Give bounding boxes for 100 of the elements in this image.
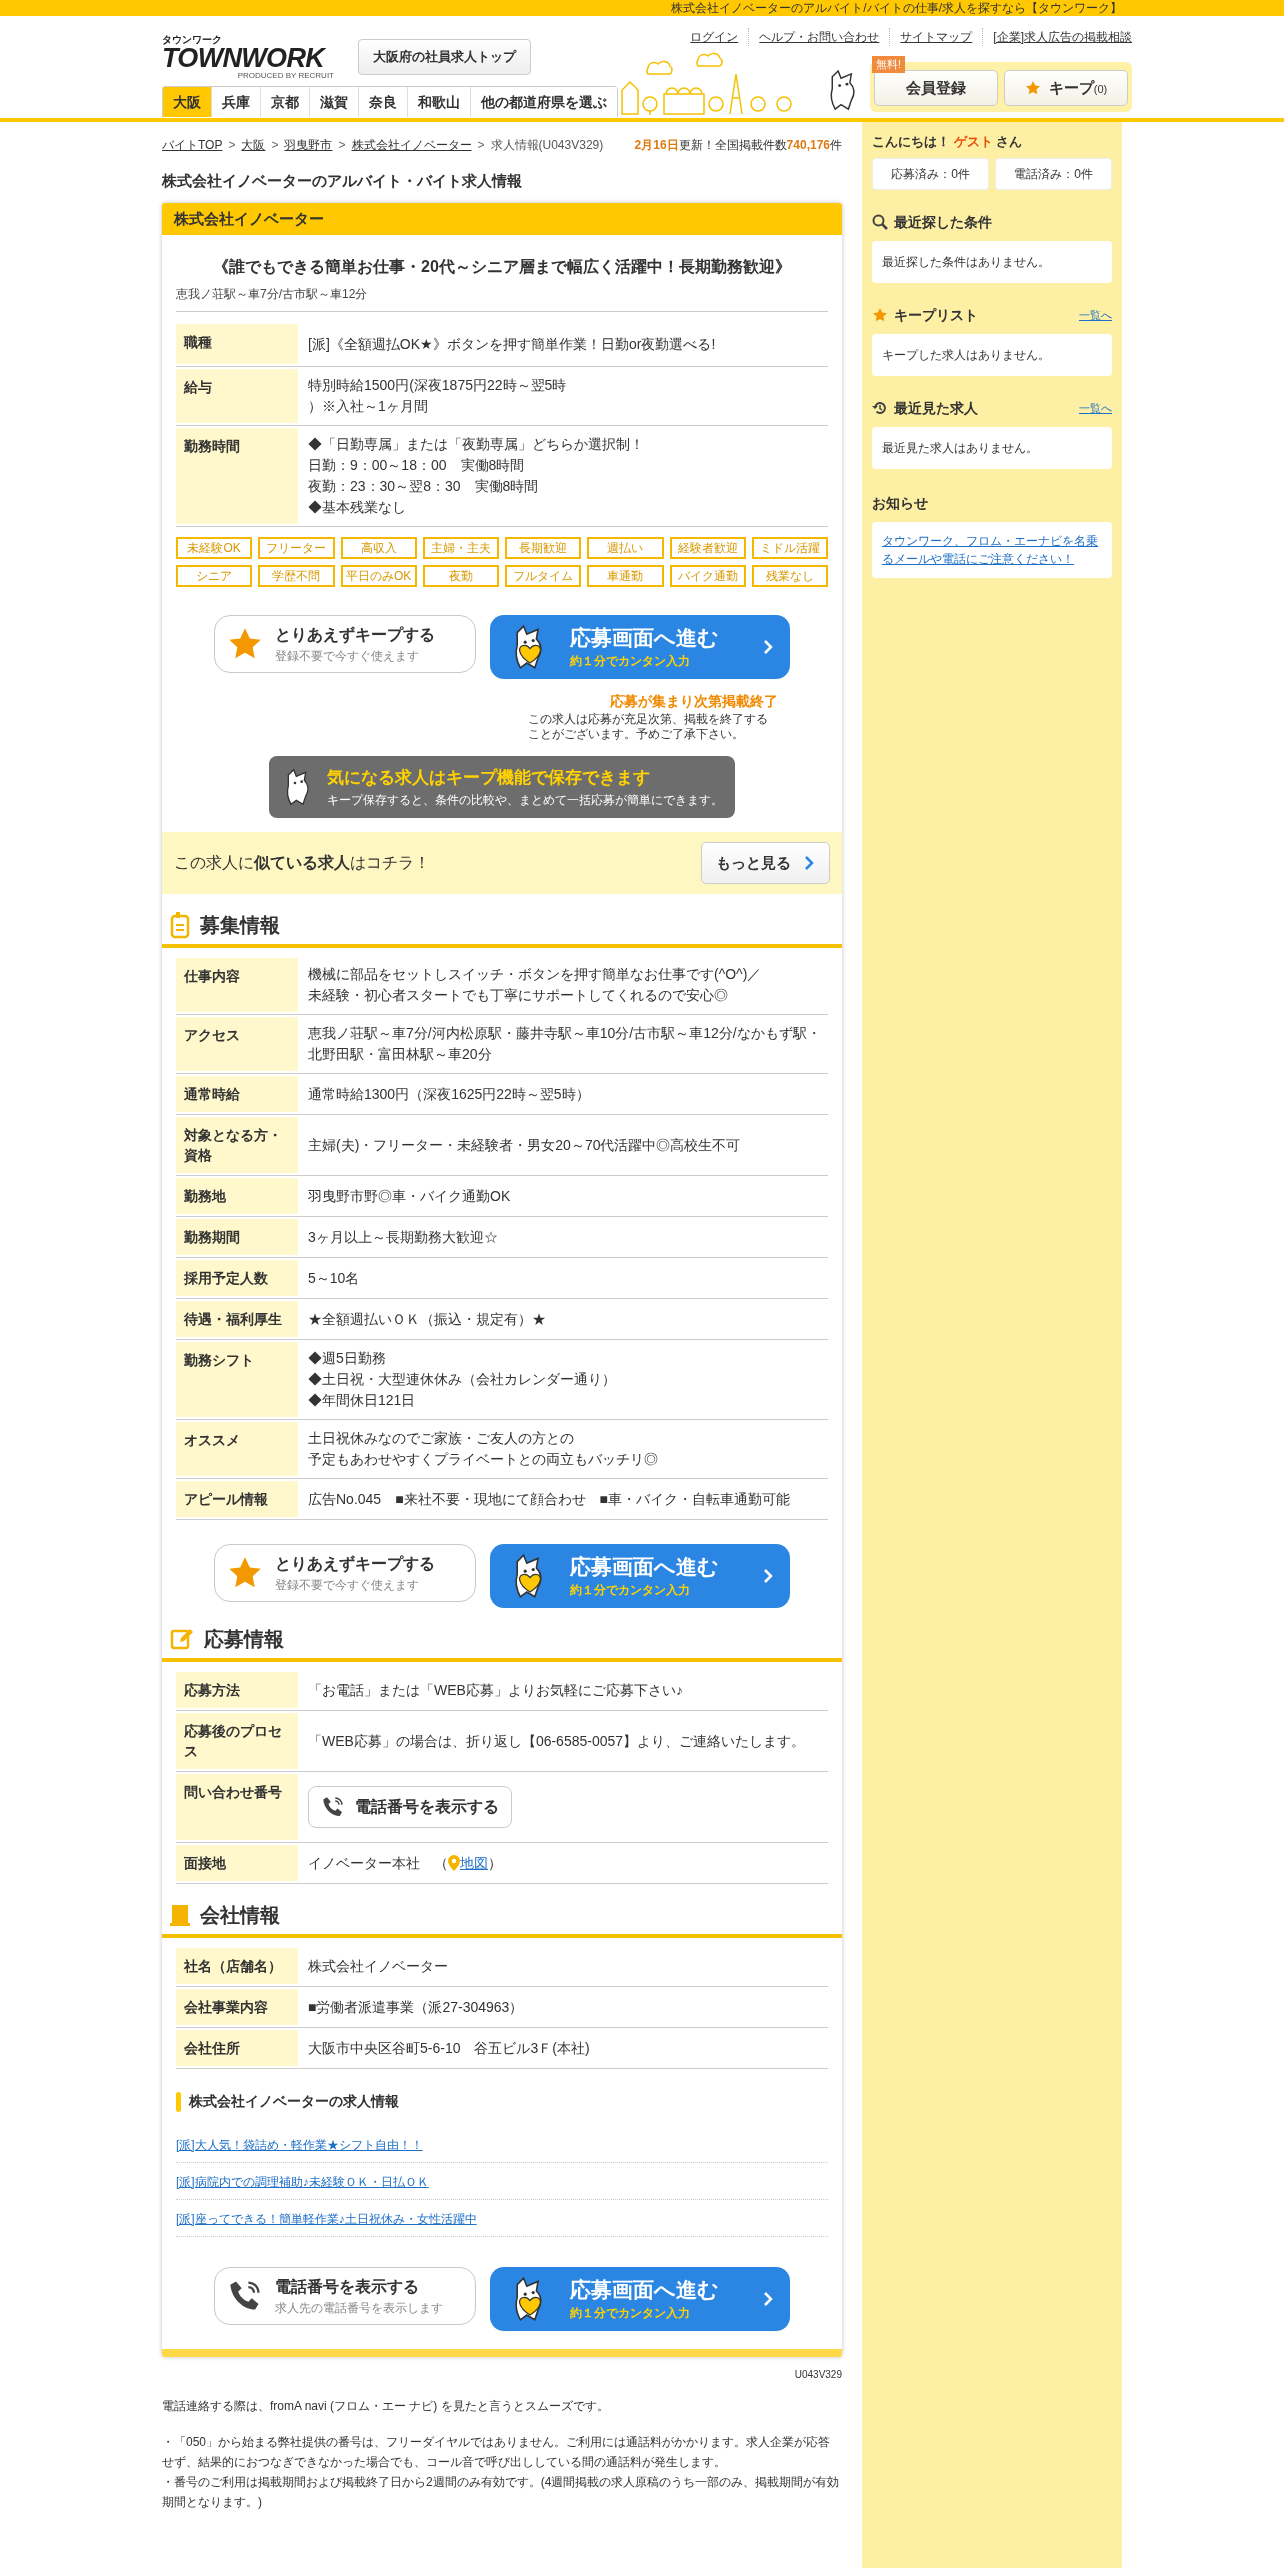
header-link[interactable]: [企業]求人広告の掲載相談 bbox=[983, 28, 1132, 46]
feature-tag: 未経験OK bbox=[176, 537, 253, 559]
similar-jobs-text: この求人に似ている求人はコチラ！ bbox=[174, 853, 430, 873]
job-link[interactable]: [派]大人気！袋詰め・軽作業★シフト自由！！ bbox=[176, 2138, 423, 2152]
free-badge: 無料! bbox=[872, 56, 906, 73]
row-value: 「WEB応募」の場合は、折り返し【06-6585-0057】より、ご連絡いたします。 bbox=[308, 1731, 806, 1751]
chevron-icon bbox=[762, 1568, 774, 1584]
row-value: ） bbox=[488, 1853, 502, 1873]
row-label: 対象となる方・資格 bbox=[176, 1117, 298, 1173]
feature-tag: 残業なし bbox=[751, 565, 828, 587]
region-tab[interactable]: 大阪 bbox=[163, 87, 212, 117]
row-label: 給与 bbox=[176, 369, 298, 423]
update-info: 2月16日更新！全国掲載件数740,176件 bbox=[634, 137, 842, 154]
row-value: ★全額週払いＯＫ（振込・規定有）★ bbox=[308, 1309, 546, 1329]
header-link[interactable]: サイトマップ bbox=[890, 28, 984, 46]
company-header: 株式会社イノベーター bbox=[162, 202, 842, 235]
feature-tag: 主婦・主夫 bbox=[422, 537, 499, 559]
banner-title: 気になる求人はキープ機能で保存できます bbox=[327, 767, 651, 790]
row-label: 応募方法 bbox=[176, 1672, 298, 1708]
townwork-logo[interactable]: タウンワーク TOWNWORK PRODUCED BY RECRUIT bbox=[162, 34, 334, 80]
breadcrumb-separator: > bbox=[338, 137, 346, 154]
panel-title: 最近見た求人 bbox=[894, 398, 978, 418]
top-bar-text: 株式会社イノベーターのアルバイト/バイトの仕事/求人を探すなら【タウンワーク】 bbox=[671, 0, 1122, 16]
row-value: ■労働者派遣事業（派27-304963） bbox=[308, 1997, 524, 2017]
chevron-icon bbox=[762, 2291, 774, 2307]
keep-button[interactable]: とりあえずキープする 登録不要で今すぐ使えます bbox=[214, 615, 476, 673]
row-label: 社名（店舗名） bbox=[176, 1948, 298, 1984]
breadcrumb-separator: > bbox=[271, 137, 279, 154]
header-link[interactable]: ヘルプ・お問い合わせ bbox=[749, 28, 891, 46]
feature-tag: 夜勤 bbox=[422, 565, 499, 587]
row-label: 待遇・福利厚生 bbox=[176, 1301, 298, 1337]
breadcrumb-link[interactable]: 株式会社イノベーター bbox=[351, 136, 472, 154]
row-label: 通常時給 bbox=[176, 1076, 298, 1112]
view-all-link[interactable]: 一覧へ bbox=[1079, 306, 1112, 324]
show-phone-button[interactable]: 電話番号を表示する 求人先の電話番号を表示します bbox=[214, 2267, 476, 2325]
map-pin-icon bbox=[448, 1855, 460, 1871]
show-phone-button[interactable]: 電話番号を表示する bbox=[308, 1786, 512, 1828]
breadcrumb-separator: > bbox=[228, 137, 236, 154]
counter-box: 電話済み：0件 bbox=[995, 157, 1112, 190]
row-label: 仕事内容 bbox=[176, 958, 298, 1012]
feature-tag: 長期歓迎 bbox=[505, 537, 582, 559]
job-link[interactable]: [派]座ってできる！簡単軽作業♪土日祝休み・女性活躍中 bbox=[176, 2212, 477, 2226]
breadcrumb-link[interactable]: 大阪 bbox=[241, 136, 266, 154]
pencil-icon bbox=[170, 1627, 194, 1651]
panel-title: 最近探した条件 bbox=[894, 212, 992, 232]
notice-title: 応募が集まり次第掲載終了 bbox=[610, 692, 778, 711]
heading-marker bbox=[176, 2091, 181, 2112]
keep-button[interactable]: とりあえずキープする 登録不要で今すぐ使えます bbox=[214, 1544, 476, 1602]
row-label: 会社事業内容 bbox=[176, 1989, 298, 2025]
row-value: 羽曳野市野◎車・バイク通勤OK bbox=[308, 1186, 511, 1206]
memo-icon bbox=[170, 911, 190, 939]
row-value: 広告No.045 ■来社不要・現地にて顔合わせ ■車・バイク・自転車通勤可能 bbox=[308, 1489, 791, 1509]
history-icon bbox=[872, 400, 888, 416]
employee-jobs-button[interactable]: 大阪府の社員求人トップ bbox=[358, 39, 531, 75]
breadcrumb-current: 求人情報(U043V329) bbox=[490, 137, 604, 154]
row-value: 通常時給1300円（深夜1625円22時～翌5時） bbox=[308, 1084, 590, 1104]
apply-button[interactable]: 応募画面へ進む 約１分でカンタン入力 bbox=[490, 2267, 790, 2331]
job-link[interactable]: [派]病院内での調理補助♪未経験ＯＫ・日払ＯＫ bbox=[176, 2175, 429, 2189]
row-label: 採用予定人数 bbox=[176, 1260, 298, 1296]
feature-tag: フルタイム bbox=[505, 565, 582, 587]
note-text: ・番号のご利用は掲載期間および掲載終了日から2週間のみ有効です。(4週間掲載の求人原稿のうち一部のみ、掲載期間が有効期間となります。) bbox=[162, 2474, 841, 2511]
member-register-button[interactable]: 会員登録 bbox=[874, 70, 998, 106]
row-value: 恵我ノ荘駅～車7分/河内松原駅・藤井寺駅～車10分/古市駅～車12分/なかもず駅・ 北野田駅・富田林駅～車20分 bbox=[308, 1024, 821, 1064]
row-value: [派]《全額週払OK★》ボタンを押す簡単作業！日勤or夜勤選べる! bbox=[308, 334, 716, 354]
row-label: アピール情報 bbox=[176, 1481, 298, 1517]
panel-message: キープした求人はありません。 bbox=[872, 333, 1112, 376]
row-label: 面接地 bbox=[176, 1845, 298, 1881]
feature-tag: 高収入 bbox=[340, 537, 417, 559]
apply-button[interactable]: 応募画面へ進む 約１分でカンタン入力 bbox=[490, 1544, 790, 1608]
feature-tag: 平日のみOK bbox=[340, 565, 417, 587]
row-value: イノベーター本社 （ bbox=[308, 1853, 448, 1873]
catch-copy: 《誰でもできる簡単お仕事・20代～シニア層まで幅広く活躍中！長期勤務歓迎》 bbox=[212, 257, 792, 277]
star-icon bbox=[1024, 80, 1041, 96]
breadcrumb-link[interactable]: 羽曳野市 bbox=[284, 136, 333, 154]
map-link[interactable]: 地図 bbox=[460, 1852, 488, 1874]
feature-tag: 学歴不問 bbox=[258, 565, 335, 587]
apply-button[interactable]: 応募画面へ進む 約１分でカンタン入力 bbox=[490, 615, 790, 679]
panel-message: 最近見た求人はありません。 bbox=[872, 426, 1112, 469]
feature-tag: バイク通勤 bbox=[669, 565, 746, 587]
view-all-link[interactable]: 一覧へ bbox=[1079, 399, 1112, 417]
breadcrumb-link[interactable]: バイトTOP bbox=[162, 136, 223, 154]
feature-tag: 経験者歓迎 bbox=[669, 537, 746, 559]
note-text: ・「050」から始まる弊社提供の番号は、フリーダイヤルではありません。ご利用には通話料がかかります。求人企業が応答せず、結果的におつなぎできなかった場合でも、コール音で呼び出ししている間の通話料が発生します。 bbox=[162, 2434, 832, 2471]
chevron-icon bbox=[762, 639, 774, 655]
panel-message: 最近探した条件はありません。 bbox=[872, 240, 1112, 283]
news-link[interactable]: タウンワーク、フロム・エーナビを名乗るメールや電話にご注意ください！ bbox=[882, 531, 1102, 568]
row-value: 「お電話」または「WEB応募」よりお気軽にご応募下さい♪ bbox=[308, 1680, 683, 1700]
header-link[interactable]: ログイン bbox=[680, 28, 750, 46]
see-more-button[interactable]: もっと見る bbox=[701, 842, 830, 884]
keep-list-button[interactable]: キープ(0) bbox=[1004, 70, 1128, 106]
page-code: U043V329 bbox=[793, 2368, 842, 2382]
row-value: 特別時給1500円(深夜1875円22時～翌5時 ）※入社～1ヶ月間 bbox=[308, 376, 567, 416]
row-label: オススメ bbox=[176, 1422, 298, 1476]
section-title: 会社情報 bbox=[200, 1903, 280, 1928]
jobs-heading: 株式会社イノベーターの求人情報 bbox=[189, 2092, 399, 2111]
row-label: 勤務時間 bbox=[176, 428, 298, 524]
row-label: 勤務地 bbox=[176, 1178, 298, 1214]
row-value: 5～10名 bbox=[308, 1268, 360, 1288]
feature-tag: 週払い bbox=[587, 537, 664, 559]
row-value: 機械に部品をセットしスイッチ・ボタンを押す簡単なお仕事です(^O^)／ 未経験・初心者スタートでも丁寧にサポートしてくれるので安心◎ bbox=[308, 965, 762, 1005]
